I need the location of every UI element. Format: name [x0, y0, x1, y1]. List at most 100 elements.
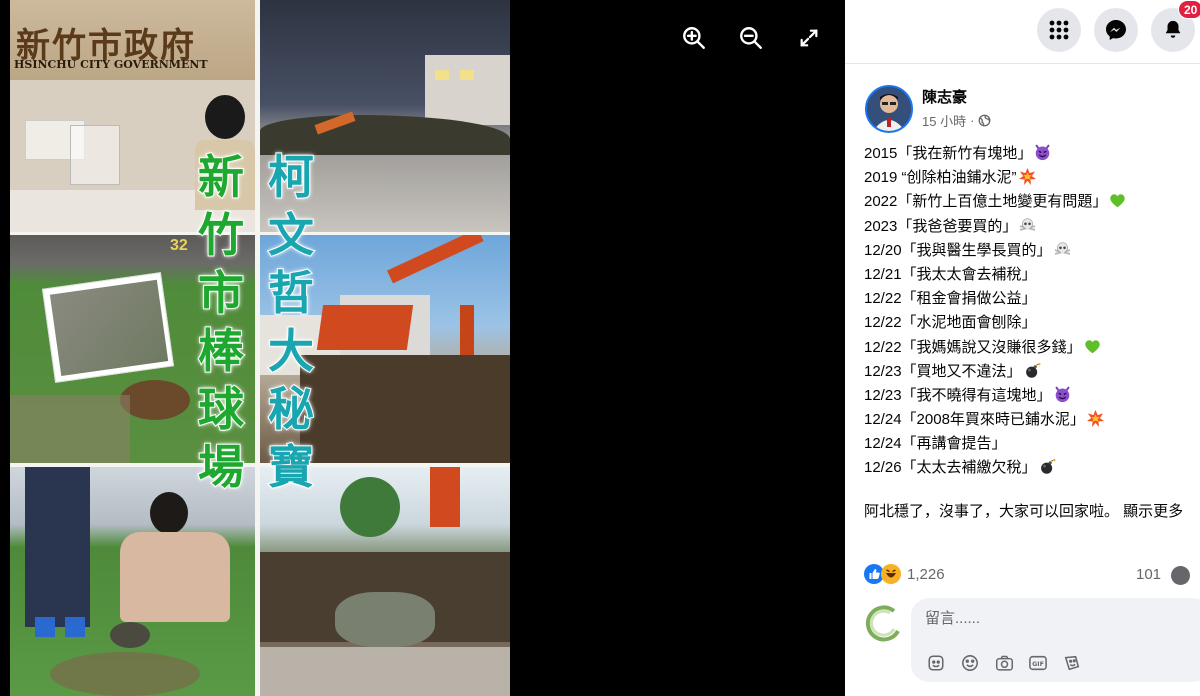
- caption-char: 球: [197, 381, 245, 437]
- post-line: 2023「我爸爸要買的」: [864, 215, 1200, 239]
- post-line: 2022「新竹上百億土地變更有問題」: [864, 190, 1200, 214]
- meta-separator: ·: [970, 113, 975, 128]
- post-closing-text: 阿北穩了，沒事了，大家可以回家啦。 顯示更多: [864, 503, 1184, 520]
- right-vertical-caption: 柯 文 哲 大 秘 寶: [267, 148, 315, 496]
- post-line-text: 12/20「我與醫生學長買的」: [864, 241, 1052, 259]
- post-line: 12/22「水泥地面會刨除」: [864, 311, 1200, 335]
- caption-char: 新: [197, 149, 245, 205]
- zoom-in-button[interactable]: [676, 20, 712, 56]
- post-line: 2019 “创除柏油鋪水泥”: [864, 166, 1200, 190]
- sticker-icon: [928, 655, 944, 671]
- globe-icon: [978, 114, 991, 127]
- avatar-sticker-button[interactable]: [1061, 652, 1083, 674]
- post-line-text: 2022「新竹上百億土地變更有問題」: [864, 193, 1108, 211]
- zoom-out-icon: [740, 27, 762, 49]
- post-line-text: 12/24「再講會提告」: [864, 435, 1007, 453]
- post-meta: 15 小時 ·: [922, 111, 991, 130]
- comment-composer: GIF: [911, 598, 1200, 682]
- comment-toolbar: GIF: [925, 652, 1083, 674]
- top-nav: 20: [845, 0, 1200, 64]
- comment-input[interactable]: [925, 610, 1185, 627]
- fullscreen-button[interactable]: [791, 20, 827, 56]
- post-line: 12/21「我太太會去補稅」: [864, 263, 1200, 287]
- post-line-text: 12/23「我不曉得有這塊地」: [864, 386, 1052, 404]
- devil-emoji-icon: [1035, 144, 1050, 161]
- zoom-out-button[interactable]: [733, 20, 769, 56]
- photo-viewer: 新竹市政府 HSINCHU CITY GOVERNMENT 32 新 竹 市 棒…: [0, 0, 845, 696]
- photo-tile-inspection: [10, 467, 255, 696]
- post-panel: 20 陳志豪 15 小時 · 2015「我在新竹有塊地」 2019 “创除柏油鋪水…: [845, 0, 1200, 696]
- scoreboard-number: 32: [170, 237, 188, 254]
- zoom-in-icon: [683, 27, 705, 49]
- skull-crossbones-emoji-icon: [1020, 217, 1036, 231]
- caption-char: 柯: [267, 149, 315, 205]
- haha-reaction-icon: [881, 564, 901, 584]
- bell-icon: [1165, 20, 1181, 38]
- messenger-icon: [1106, 20, 1126, 40]
- post-line: 12/24「2008年買來時已鋪水泥」: [864, 408, 1200, 432]
- commenter-avatar: [864, 603, 904, 643]
- post-line: 12/23「買地又不違法」: [864, 360, 1200, 384]
- caption-char: 場: [197, 439, 245, 495]
- post-line-text: 12/22「水泥地面會刨除」: [864, 314, 1037, 332]
- post-line: 12/20「我與醫生學長買的」: [864, 239, 1200, 263]
- messenger-button[interactable]: [1094, 8, 1138, 52]
- post-line-text: 2023「我爸爸要買的」: [864, 217, 1018, 235]
- menu-button[interactable]: [1037, 8, 1081, 52]
- post-line: 12/23「我不曉得有這塊地」: [864, 384, 1200, 408]
- left-vertical-caption: 新 竹 市 棒 球 場: [197, 148, 245, 496]
- explosion-emoji-icon: [1018, 168, 1036, 186]
- comment-count[interactable]: 101: [1136, 566, 1161, 583]
- post-line-text: 2015「我在新竹有塊地」: [864, 145, 1033, 162]
- author-name[interactable]: 陳志豪: [922, 86, 967, 107]
- devil-emoji-icon: [1055, 386, 1070, 403]
- camera-button[interactable]: [993, 652, 1015, 674]
- author-avatar[interactable]: [865, 85, 913, 133]
- post-line-text: 12/26「太太去補繳欠稅」: [864, 459, 1037, 477]
- reaction-summary[interactable]: 1,226: [864, 564, 945, 584]
- post-time[interactable]: 15 小時: [922, 111, 966, 130]
- caption-char: 竹: [197, 207, 245, 263]
- skull-crossbones-emoji-icon: [1054, 242, 1070, 255]
- caption-char: 棒: [197, 323, 245, 379]
- emoji-button[interactable]: [959, 652, 981, 674]
- avatar-sticker-icon: [1064, 655, 1080, 671]
- bomb-emoji-icon: [1025, 362, 1041, 378]
- photo-tile-rubble: [260, 467, 510, 696]
- post-line: 12/22「我媽媽說又沒賺很多錢」: [864, 336, 1200, 360]
- post-line-text: 12/22「我媽媽說又沒賺很多錢」: [864, 338, 1082, 356]
- caption-char: 文: [267, 207, 315, 263]
- comment-bubble-icon: [1171, 566, 1190, 585]
- caption-char: 秘: [267, 381, 315, 437]
- post-line: 12/22「租金會捐做公益」: [864, 287, 1200, 311]
- reaction-count: 1,226: [907, 565, 945, 583]
- post-line-text: 2019 “创除柏油鋪水泥”: [864, 169, 1017, 187]
- post-line: 12/24「再講會提告」: [864, 432, 1200, 456]
- caption-char: 哲: [267, 265, 315, 321]
- post-line-text: 12/23「買地又不違法」: [864, 362, 1022, 380]
- caption-char: 寶: [267, 439, 315, 495]
- post-line: 12/26「太太去補繳欠稅」: [864, 456, 1200, 480]
- expand-icon: [800, 29, 818, 47]
- notification-badge: 20: [1178, 0, 1200, 19]
- svg-text:GIF: GIF: [1032, 661, 1044, 668]
- camera-icon: [995, 655, 1013, 671]
- post-body: 2015「我在新竹有塊地」 2019 “创除柏油鋪水泥” 2022「新竹上百億土地變…: [864, 142, 1200, 481]
- post-photo[interactable]: 新竹市政府 HSINCHU CITY GOVERNMENT 32 新 竹 市 棒…: [10, 0, 510, 696]
- gif-icon: GIF: [1029, 655, 1047, 671]
- sticker-button[interactable]: [925, 652, 947, 674]
- post-line-text: 12/21「我太太會去補稅」: [864, 265, 1037, 283]
- sign-english: HSINCHU CITY GOVERNMENT: [14, 58, 208, 71]
- emoji-icon: [962, 655, 978, 671]
- post-line: 2015「我在新竹有塊地」: [864, 142, 1200, 166]
- caption-char: 市: [197, 265, 245, 321]
- grid-menu-icon: [1049, 20, 1069, 40]
- post-line-text: 12/22「租金會捐做公益」: [864, 290, 1037, 308]
- gif-button[interactable]: GIF: [1027, 652, 1049, 674]
- explosion-emoji-icon: [1086, 410, 1104, 428]
- caption-char: 大: [267, 323, 315, 379]
- post-line-text: 12/24「2008年買來時已鋪水泥」: [864, 411, 1085, 429]
- green-heart-emoji-icon: [1084, 339, 1100, 353]
- green-heart-emoji-icon: [1110, 194, 1126, 208]
- bomb-emoji-icon: [1040, 459, 1056, 475]
